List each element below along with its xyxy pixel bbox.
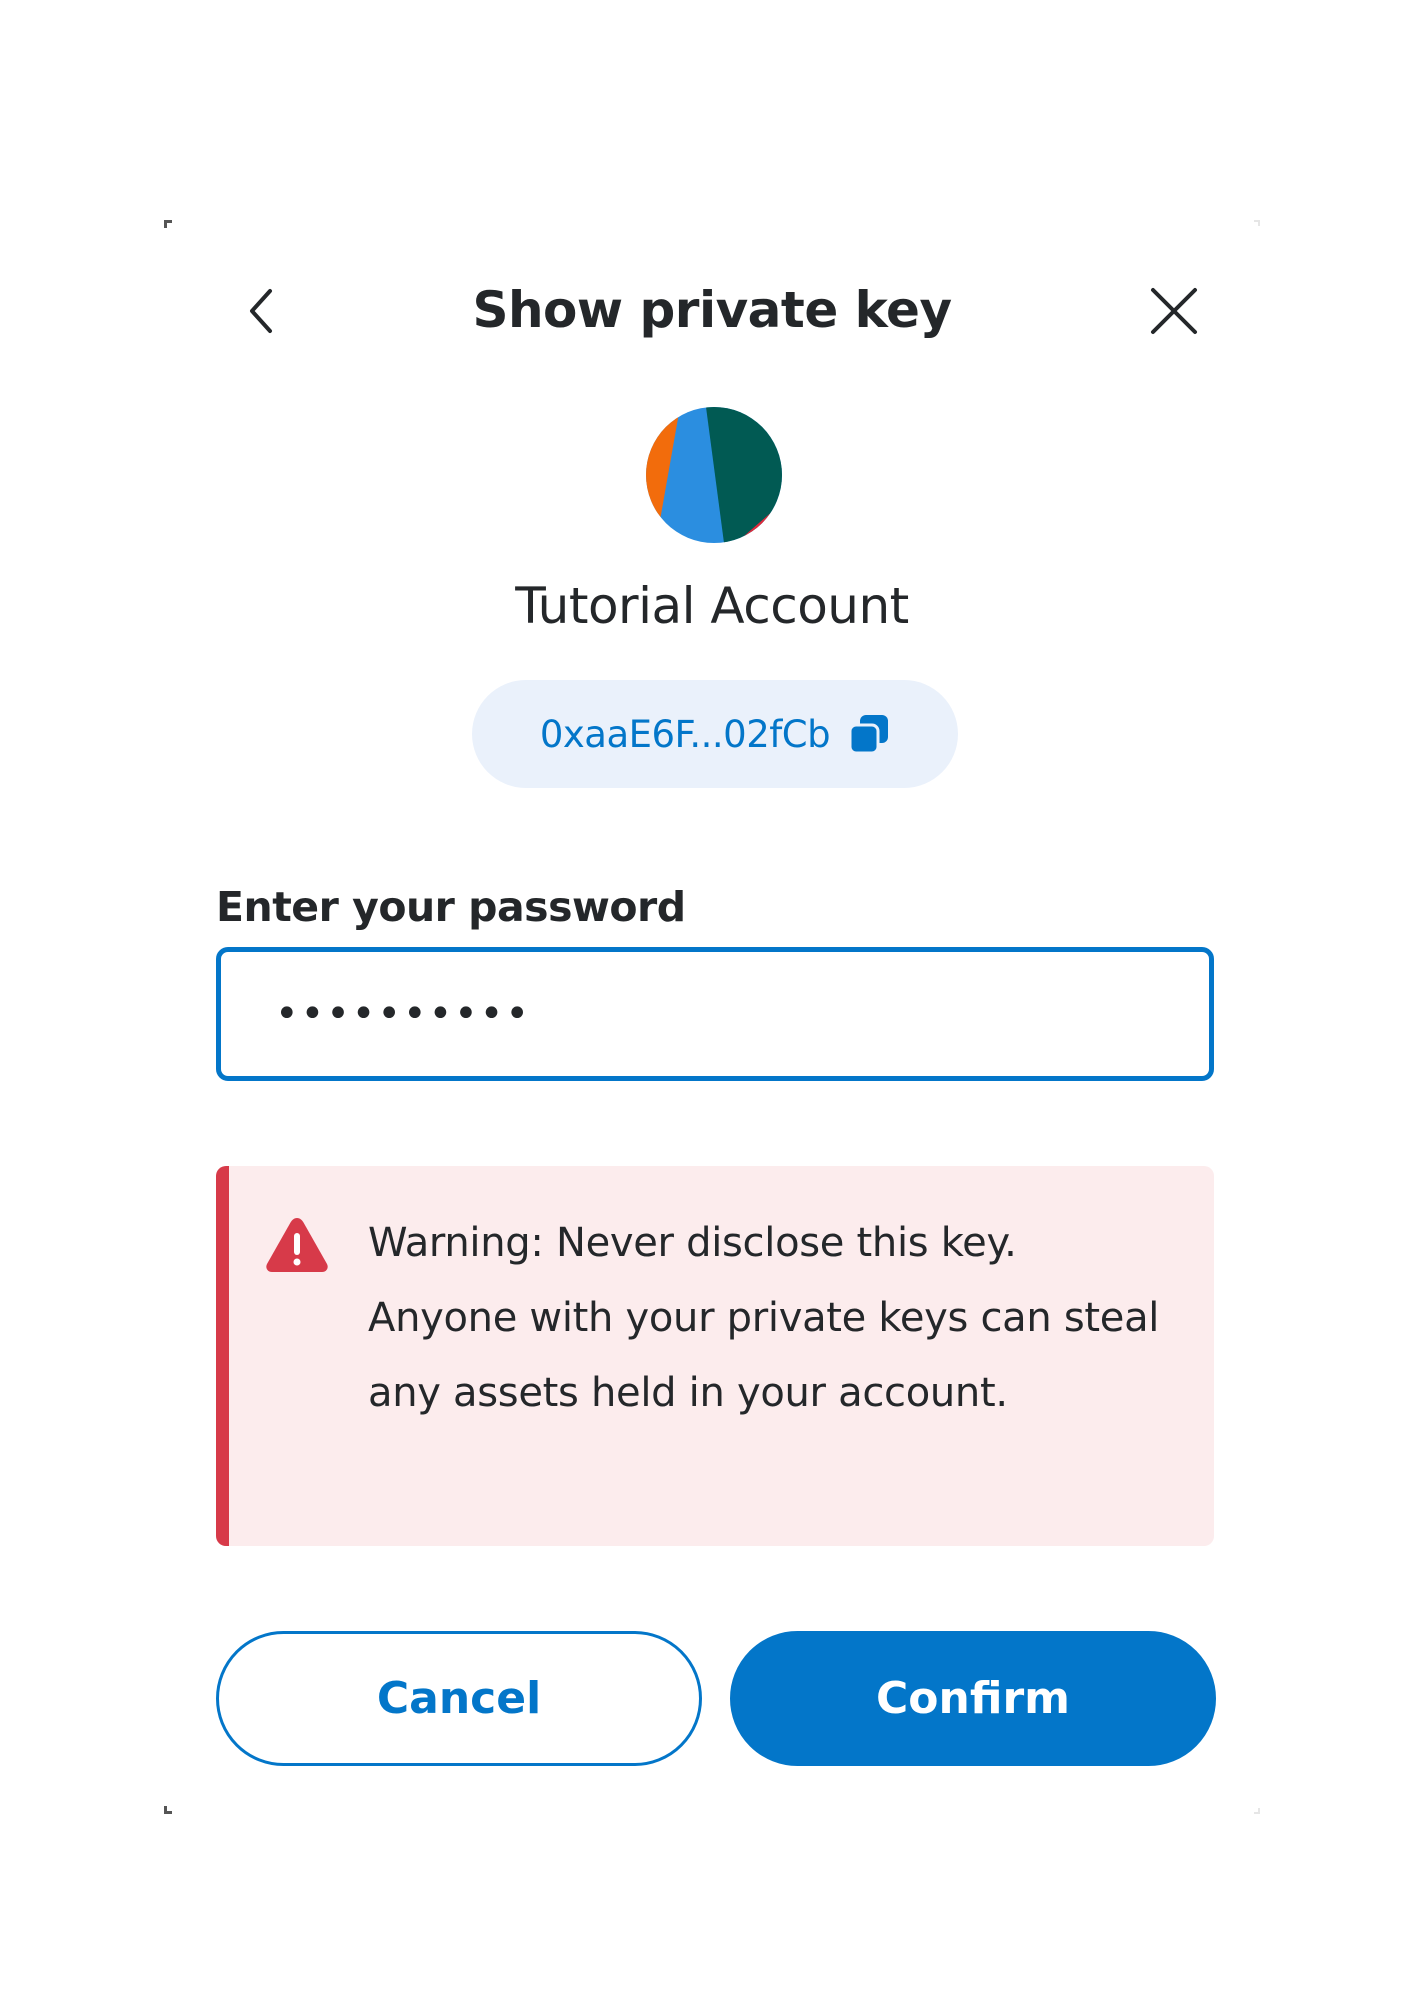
password-input[interactable]: [216, 947, 1214, 1081]
copy-icon: [848, 715, 889, 755]
account-name: Tutorial Account: [515, 577, 909, 635]
account-address-copy-button[interactable]: 0xaaE6F...02fCb: [472, 680, 958, 788]
account-address: 0xaaE6F...02fCb: [539, 712, 831, 756]
close-button[interactable]: [1146, 283, 1202, 339]
warning-banner: Warning: Never disclose this key. Anyone…: [216, 1166, 1214, 1546]
page-title: Show private key: [472, 281, 952, 339]
password-label: Enter your password: [216, 883, 686, 931]
warning-text: Warning: Never disclose this key. Anyone…: [368, 1220, 1160, 1416]
show-private-key-dialog: Show private key Tutorial Account 0xaaE6…: [164, 220, 1260, 1814]
frame-corner: [1254, 220, 1260, 226]
jazzicon: [646, 407, 782, 543]
warning-accent-bar: [216, 1166, 229, 1546]
cancel-button[interactable]: Cancel: [216, 1631, 702, 1766]
close-icon: [1151, 288, 1197, 334]
frame-corner: [1254, 1808, 1260, 1814]
frame-corner: [164, 1806, 172, 1814]
frame-corner: [164, 220, 172, 228]
warning-triangle-icon: [266, 1218, 328, 1272]
account-avatar: [646, 407, 782, 543]
confirm-button[interactable]: Confirm: [730, 1631, 1216, 1766]
